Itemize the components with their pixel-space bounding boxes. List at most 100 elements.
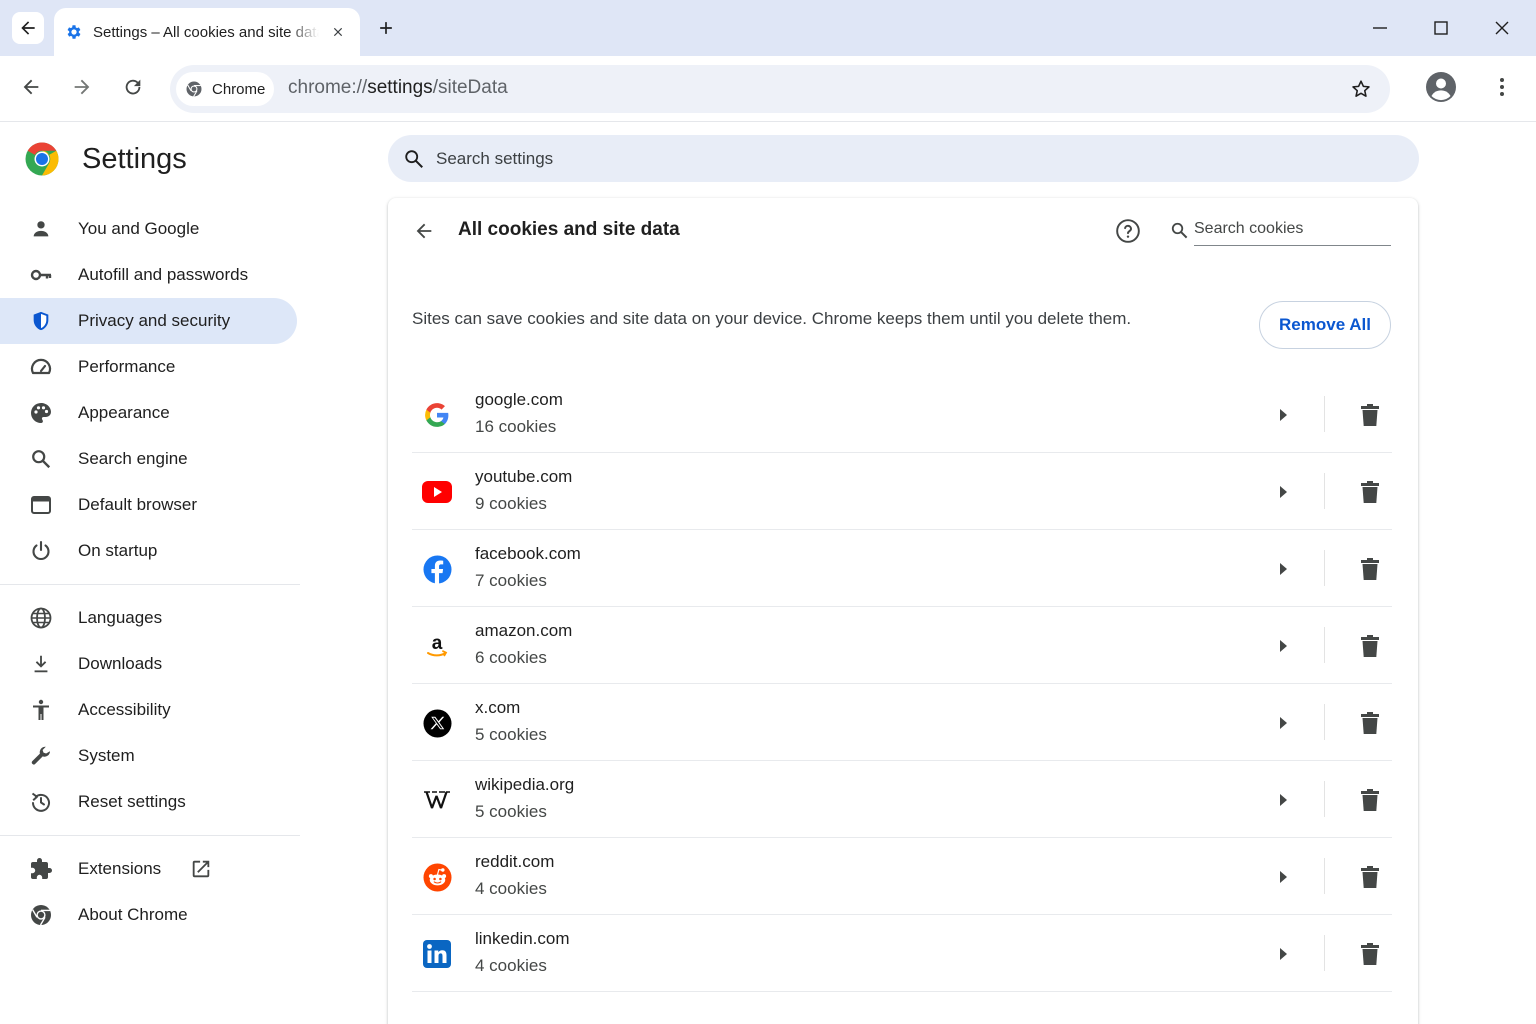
delete-site-button[interactable] xyxy=(1356,632,1384,660)
delete-site-button[interactable] xyxy=(1356,709,1384,737)
trash-icon xyxy=(1361,635,1379,657)
expand-site-button[interactable] xyxy=(1270,556,1296,582)
sidebar-item-reset-settings[interactable]: Reset settings xyxy=(0,779,297,825)
trash-icon xyxy=(1361,712,1379,734)
expand-site-button[interactable] xyxy=(1270,864,1296,890)
site-domain: facebook.com xyxy=(475,544,581,563)
arrow-right-icon xyxy=(1280,794,1287,806)
reset-icon xyxy=(28,789,54,815)
expand-site-button[interactable] xyxy=(1270,479,1296,505)
sidebar-item-autofill[interactable]: Autofill and passwords xyxy=(0,252,297,298)
forward-button[interactable] xyxy=(66,71,98,103)
search-cookies-input[interactable] xyxy=(1194,217,1391,246)
site-domain: youtube.com xyxy=(475,467,573,486)
reload-icon xyxy=(125,79,141,95)
settings-search-input[interactable]: Search settings xyxy=(388,135,1419,182)
site-cookie-count: 6 cookies xyxy=(475,648,547,667)
expand-site-button[interactable] xyxy=(1270,787,1296,813)
delete-site-button[interactable] xyxy=(1356,786,1384,814)
help-button[interactable] xyxy=(1113,216,1143,246)
expand-site-button[interactable] xyxy=(1270,941,1296,967)
delete-site-button[interactable] xyxy=(1356,401,1384,429)
cookie-search[interactable] xyxy=(1168,217,1392,246)
sidebar-item-performance[interactable]: Performance xyxy=(0,344,297,390)
settings-header: Settings xyxy=(24,141,187,177)
sidebar-item-label: Privacy and security xyxy=(78,311,231,330)
sidebar-item-privacy-and-security[interactable]: Privacy and security xyxy=(0,298,297,344)
trash-icon xyxy=(1361,558,1379,580)
svg-text:a: a xyxy=(432,633,443,654)
plus-icon xyxy=(380,22,392,34)
site-list: google.com 16 cookies youtube.com 9 cook… xyxy=(412,376,1392,992)
amazon-icon: a xyxy=(422,631,452,661)
sidebar-item-default-browser[interactable]: Default browser xyxy=(0,482,297,528)
delete-site-button[interactable] xyxy=(1356,555,1384,583)
sidebar-item-accessibility[interactable]: Accessibility xyxy=(0,687,297,733)
remove-all-button[interactable]: Remove All xyxy=(1259,301,1391,349)
sidebar-item-about-chrome[interactable]: About Chrome xyxy=(0,892,297,938)
sidebar-item-label: On startup xyxy=(78,541,158,560)
sidebar-item-label: Performance xyxy=(78,357,176,376)
tab-search-back-button[interactable] xyxy=(12,12,44,44)
wikipedia-icon xyxy=(422,785,452,815)
trash-icon xyxy=(1361,404,1379,426)
expand-site-button[interactable] xyxy=(1270,710,1296,736)
url-path: /siteData xyxy=(432,77,508,98)
sidebar-item-label: System xyxy=(78,746,135,765)
arrow-right-icon xyxy=(1280,640,1287,652)
open-in-new-icon xyxy=(189,857,213,881)
x-icon xyxy=(422,708,452,738)
arrow-left-icon xyxy=(23,79,39,95)
accessibility-icon xyxy=(28,697,54,723)
site-row-wikipedia[interactable]: wikipedia.org 5 cookies xyxy=(412,761,1392,838)
key-icon xyxy=(28,262,54,288)
sidebar-item-label: Search engine xyxy=(78,449,188,468)
site-row-amazon[interactable]: a amazon.com 6 cookies xyxy=(412,607,1392,684)
star-icon xyxy=(1352,80,1370,97)
sidebar-item-appearance[interactable]: Appearance xyxy=(0,390,297,436)
expand-site-button[interactable] xyxy=(1270,402,1296,428)
site-cookie-count: 5 cookies xyxy=(475,802,547,821)
bookmark-star-button[interactable] xyxy=(1348,76,1374,102)
sidebar-item-system[interactable]: System xyxy=(0,733,297,779)
profile-button[interactable] xyxy=(1424,70,1458,104)
site-row-google[interactable]: google.com 16 cookies xyxy=(412,376,1392,453)
close-window-button[interactable] xyxy=(1484,10,1520,46)
tab-title: Settings – All cookies and site data xyxy=(93,23,319,41)
url-text[interactable]: chrome://settings/siteData xyxy=(288,77,508,99)
back-arrow-button[interactable] xyxy=(410,217,438,245)
sidebar-item-extensions[interactable]: Extensions xyxy=(0,846,297,892)
new-tab-button[interactable] xyxy=(372,14,400,42)
tab-close-button[interactable] xyxy=(326,20,350,44)
site-row-youtube[interactable]: youtube.com 9 cookies xyxy=(412,453,1392,530)
sidebar-item-on-startup[interactable]: On startup xyxy=(0,528,297,574)
row-separator xyxy=(1324,935,1325,971)
chrome-menu-button[interactable] xyxy=(1488,72,1516,102)
sidebar-item-languages[interactable]: Languages xyxy=(0,595,297,641)
address-bar[interactable]: Chrome chrome://settings/siteData xyxy=(170,65,1390,113)
sidebar-item-downloads[interactable]: Downloads xyxy=(0,641,297,687)
chrome-icon xyxy=(184,79,204,99)
sidebar-item-search-engine[interactable]: Search engine xyxy=(0,436,297,482)
maximize-button[interactable] xyxy=(1423,10,1459,46)
site-info-chip[interactable]: Chrome xyxy=(176,72,274,106)
delete-site-button[interactable] xyxy=(1356,478,1384,506)
sidebar-item-label: Extensions xyxy=(78,859,162,878)
delete-site-button[interactable] xyxy=(1356,863,1384,891)
site-row-x[interactable]: x.com 5 cookies xyxy=(412,684,1392,761)
sidebar-item-label: Accessibility xyxy=(78,700,171,719)
site-row-facebook[interactable]: facebook.com 7 cookies xyxy=(412,530,1392,607)
minimize-button[interactable] xyxy=(1362,10,1398,46)
site-row-linkedin[interactable]: linkedin.com 4 cookies xyxy=(412,915,1392,992)
palette-icon xyxy=(28,400,54,426)
expand-site-button[interactable] xyxy=(1270,633,1296,659)
back-button[interactable] xyxy=(15,71,47,103)
wrench-icon xyxy=(28,743,54,769)
active-tab[interactable]: Settings – All cookies and site data xyxy=(54,8,360,56)
more-vert-icon xyxy=(1500,78,1504,96)
reload-button[interactable] xyxy=(117,71,149,103)
site-row-reddit[interactable]: reddit.com 4 cookies xyxy=(412,838,1392,915)
sidebar-item-you-and-google[interactable]: You and Google xyxy=(0,206,297,252)
sidebar-item-label: About Chrome xyxy=(78,905,188,924)
delete-site-button[interactable] xyxy=(1356,940,1384,968)
